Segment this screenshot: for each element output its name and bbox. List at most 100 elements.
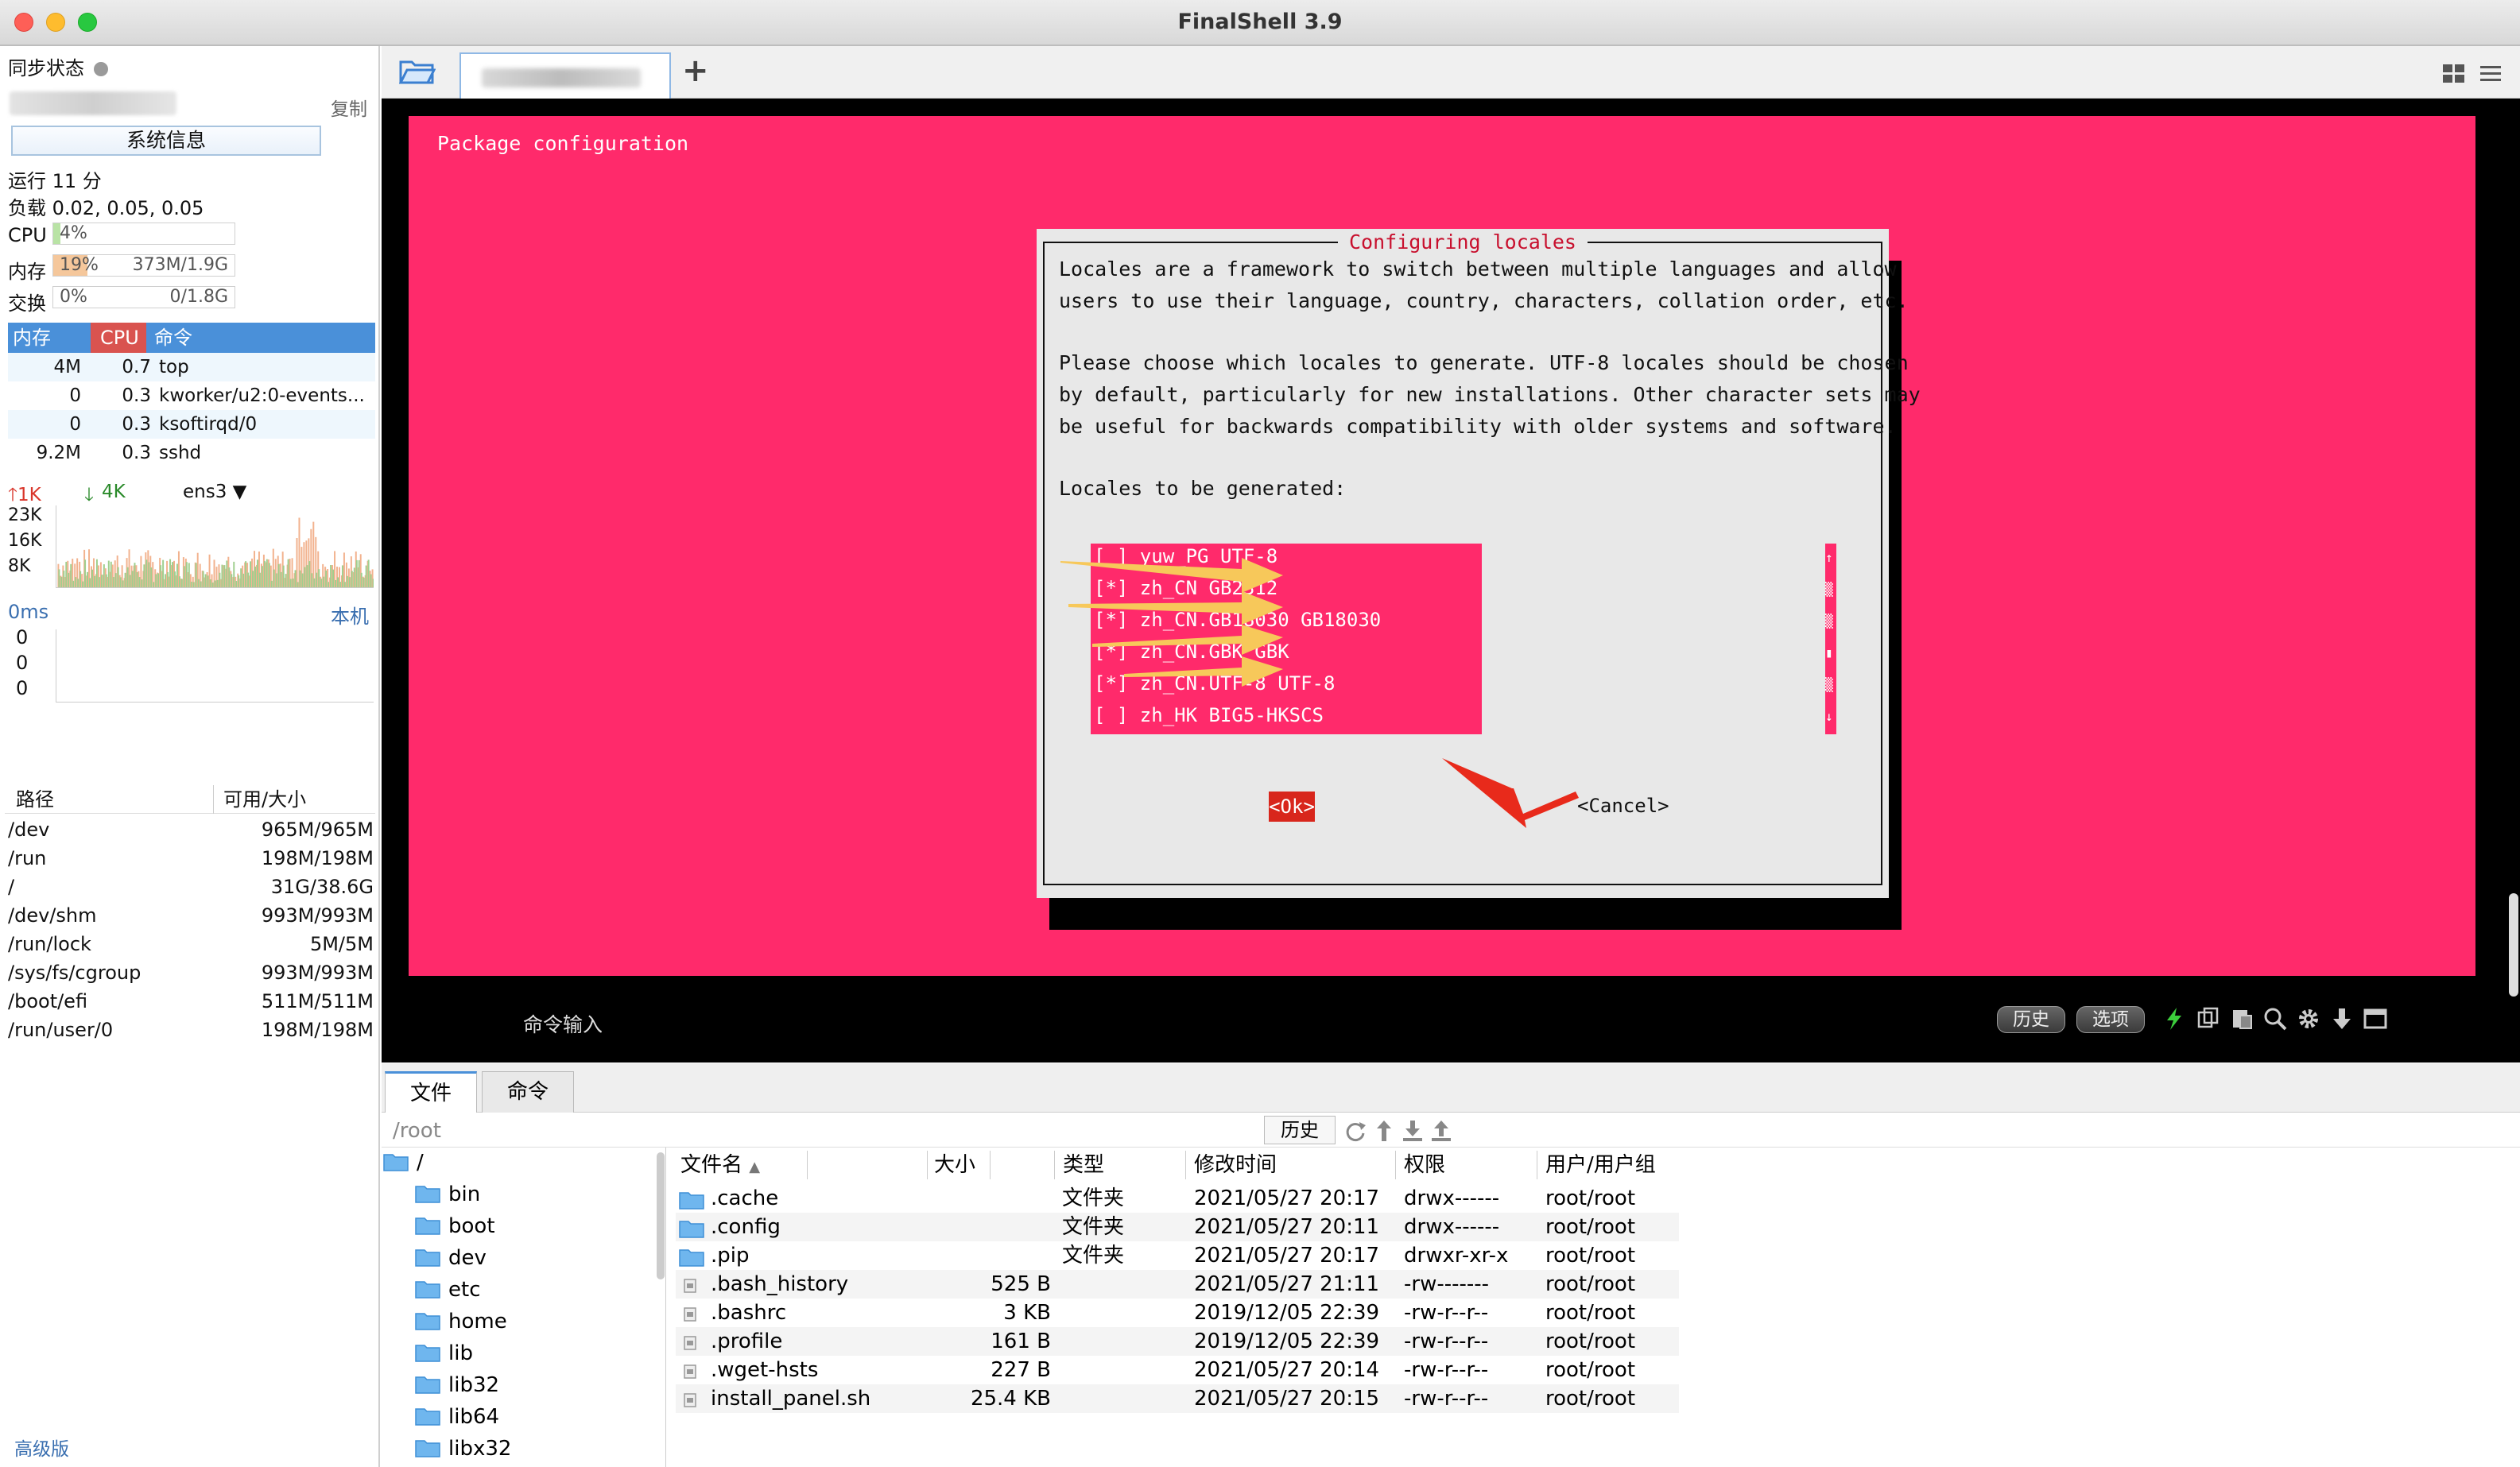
scroll-track-icon: ▒ [1825,677,1833,692]
terminal-pane[interactable]: Package configuration Configuring locale… [382,99,2520,1063]
file-row[interactable]: install_panel.sh 25.4 KB 2021/05/27 20:15-… [676,1384,1679,1413]
network-interface-select[interactable]: ens3 ▼ [183,482,246,502]
folder-icon [415,1439,440,1457]
refresh-icon[interactable] [1343,1119,1367,1143]
locales-scrollbar[interactable]: ↑ ▒ ▒ ▮ ▒ ↓ [1825,544,1836,734]
tree-folder[interactable]: bin [415,1179,480,1210]
copy-ip-button[interactable]: 复制 [331,94,367,121]
locale-item[interactable]: [*] zh_CN.UTF-8 UTF-8 [1094,672,1335,695]
upload-icon[interactable] [1429,1119,1453,1143]
system-info-button[interactable]: 系统信息 [11,126,321,156]
copy-icon[interactable] [2196,1006,2221,1032]
current-path-input[interactable]: /root [393,1119,441,1143]
lightning-icon[interactable] [2162,1006,2188,1032]
file-row[interactable]: .cache 文件夹 2021/05/27 20:17 drwx------ root/… [676,1184,1679,1213]
col-header-owner[interactable]: 用户/用户组 [1537,1151,1696,1179]
locale-item[interactable]: [*] zh_CN GB2312 [1094,577,1277,599]
locales-list[interactable]: [ ] yuw_PG UTF-8 [*] zh_CN GB2312 [*] zh… [1091,544,1482,734]
disk-header-size[interactable]: 可用/大小 [213,785,306,814]
disk-row[interactable]: /run 198M/198M [8,844,375,873]
process-row[interactable]: 9.2M 0.3 sshd [8,439,375,467]
download-arrow-icon[interactable] [2329,1006,2355,1032]
tab-commands[interactable]: 命令 [482,1071,574,1113]
menu-icon[interactable] [2479,62,2503,86]
file-owner: root/root [1545,1387,1636,1411]
tree-folder[interactable]: lib32 [415,1370,499,1400]
traffic-bar [84,559,87,587]
traffic-bar [112,577,114,587]
options-button[interactable]: 选项 [2076,1006,2145,1033]
dialog-line: by default, particularly for new install… [1059,383,1921,406]
tab-files[interactable]: 文件 [385,1071,477,1113]
tree-folder[interactable]: boot [415,1211,495,1241]
maximize-terminal-icon[interactable] [2363,1006,2388,1032]
traffic-bar [330,565,332,587]
col-header-perm[interactable]: 权限 [1396,1151,1537,1179]
file-mtime: 2021/05/27 21:11 [1194,1272,1380,1296]
proc-header-mem[interactable]: 内存 [13,323,51,353]
tree-scrollbar[interactable] [657,1152,665,1279]
tree-folder[interactable]: home [415,1306,507,1337]
file-row[interactable]: .wget-hsts 227 B 2021/05/27 20:14 -rw-r--r-… [676,1356,1679,1384]
command-input-label[interactable]: 命令输入 [523,1009,603,1038]
tree-folder[interactable]: lib [415,1338,473,1368]
process-row[interactable]: 0 0.3 kworker/u2:0-events... [8,381,375,410]
traffic-bar [157,573,160,587]
disk-row[interactable]: /dev 965M/965M [8,815,375,844]
tree-folder[interactable]: dev [415,1243,487,1273]
download-icon[interactable] [1401,1119,1425,1143]
col-header-name[interactable]: 文件名 ▲ [680,1151,808,1179]
parent-dir-arrow-icon[interactable] [1372,1119,1396,1143]
locale-item[interactable]: [ ] zh_HK BIG5-HKSCS [1094,704,1324,726]
session-tab-bar: + [382,46,2520,99]
advanced-edition-label[interactable]: 高级版 [14,1434,69,1461]
locale-item[interactable]: [*] zh_CN.GB18030 GB18030 [1094,609,1381,631]
proc-cpu: 0.7 [122,357,151,377]
proc-header-cpu[interactable]: CPU [91,323,146,353]
file-row[interactable]: .bash_history 525 B 2021/05/27 21:11 -rw---… [676,1270,1679,1299]
file-row[interactable]: .config 文件夹 2021/05/27 20:11 drwx------ root… [676,1213,1679,1241]
net-scale-min: 8K [8,556,31,576]
cancel-button[interactable]: <Cancel> [1577,795,1669,817]
disk-row[interactable]: /run/lock 5M/5M [8,930,375,958]
session-tab[interactable] [459,52,671,99]
disk-row[interactable]: /boot/efi 511M/511M [8,987,375,1016]
file-name: .bashrc [711,1301,787,1325]
tree-folder-label: etc [448,1278,481,1302]
ok-button[interactable]: <Ok> [1269,792,1315,822]
col-header-size[interactable]: 大小 [927,1151,991,1179]
add-tab-icon[interactable]: + [682,52,709,89]
disk-row[interactable]: /sys/fs/cgroup 993M/993M [8,958,375,987]
process-row[interactable]: 0 0.3 ksoftirqd/0 [8,410,375,439]
open-folder-icon[interactable] [399,57,436,86]
disk-row[interactable]: /run/user/0 198M/198M [8,1016,375,1044]
tree-folder[interactable]: etc [415,1275,481,1305]
path-history-button[interactable]: 历史 [1264,1116,1336,1144]
locale-item[interactable]: [*] zh_CN.GBK GBK [1094,641,1289,663]
history-button[interactable]: 历史 [1997,1006,2065,1033]
proc-header-cmd[interactable]: 命令 [154,323,192,353]
tree-root[interactable]: / [383,1148,424,1178]
file-mtime: 2019/12/05 22:39 [1194,1330,1380,1353]
col-header-type[interactable]: 类型 [1054,1151,1186,1179]
file-row[interactable]: .pip 文件夹 2021/05/27 20:17 drwxr-xr-x root/ro… [676,1241,1679,1270]
file-row[interactable]: .profile 161 B 2019/12/05 22:39 -rw-r--r-- r… [676,1327,1679,1356]
locale-item[interactable]: [ ] yuw_PG UTF-8 [1094,545,1277,567]
paste-icon[interactable] [2229,1006,2254,1032]
gear-icon[interactable] [2296,1006,2321,1032]
disk-row[interactable]: /dev/shm 993M/993M [8,901,375,930]
traffic-bar [332,569,335,587]
file-row[interactable]: .bashrc 3 KB 2019/12/05 22:39 -rw-r--r-- roo… [676,1299,1679,1327]
tree-folder[interactable]: lib64 [415,1402,499,1432]
tree-folder[interactable]: libx32 [415,1434,511,1464]
col-header-mtime[interactable]: 修改时间 [1186,1151,1396,1179]
disk-header-path[interactable]: 路径 [16,785,54,814]
disk-row[interactable]: / 31G/38.6G [8,873,375,901]
layout-grid-icon[interactable] [2442,62,2466,86]
network-interface-label: ens3 [183,482,227,502]
traffic-bar [89,578,91,587]
terminal-scrollbar[interactable] [2509,893,2518,997]
traffic-bar [162,559,165,587]
search-icon[interactable] [2262,1006,2288,1032]
process-row[interactable]: 4M 0.7 top [8,353,375,381]
